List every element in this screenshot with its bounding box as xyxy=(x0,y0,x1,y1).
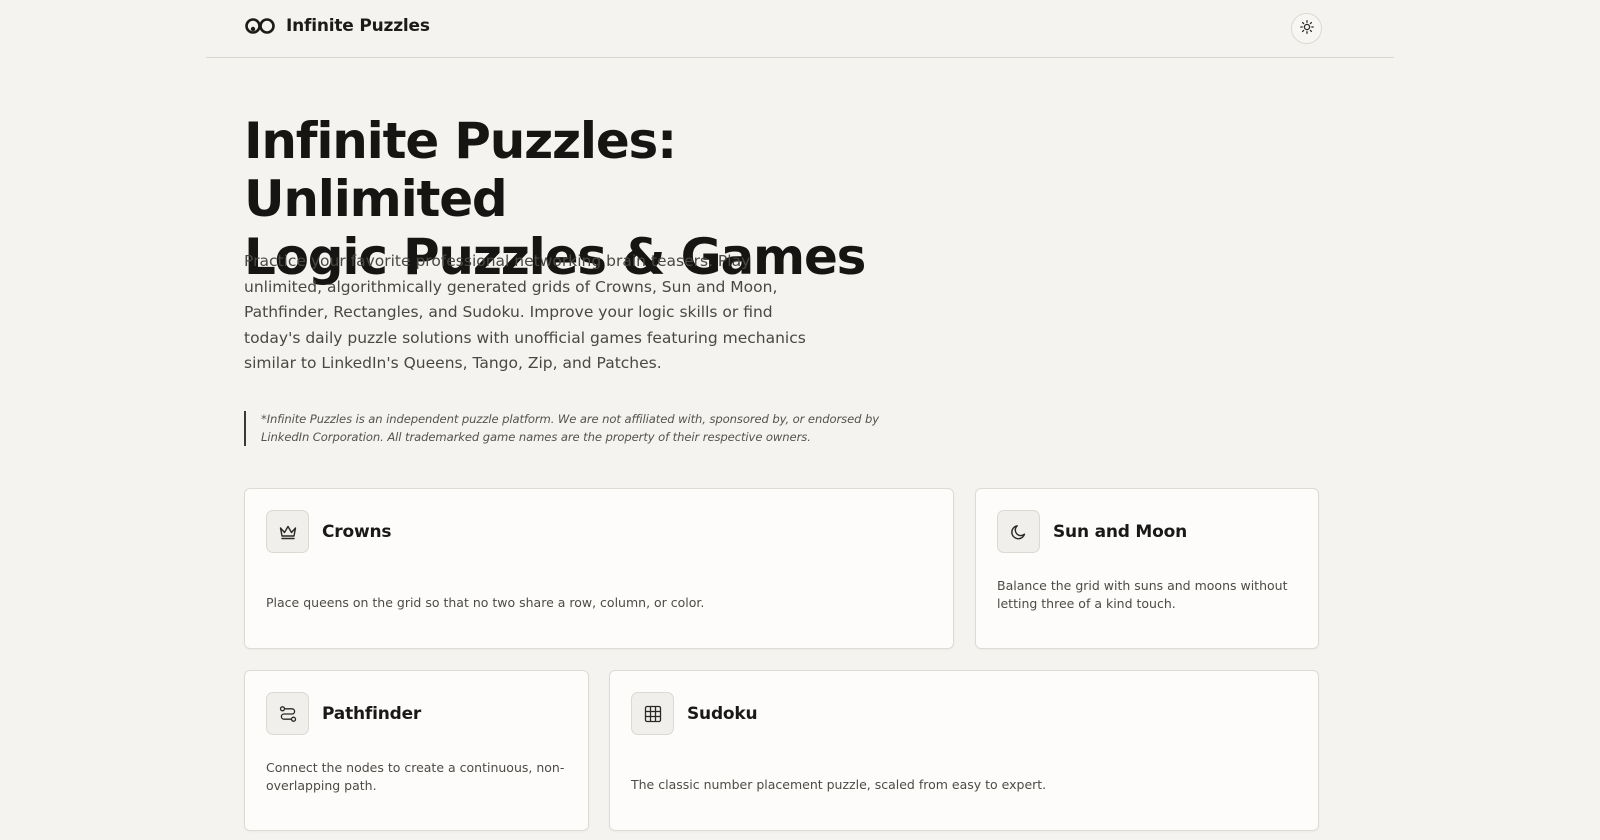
card-title: Sun and Moon xyxy=(1053,522,1188,542)
route-icon xyxy=(266,692,309,735)
page: Infinite Puzzles Infinite Puzzles: Unlim… xyxy=(0,0,1600,840)
card-title: Pathfinder xyxy=(322,704,422,724)
card-description: Connect the nodes to create a continuous… xyxy=(266,760,565,793)
sun-icon xyxy=(1299,19,1314,38)
card-title: Sudoku xyxy=(687,704,758,724)
game-card-sun-and-moon[interactable]: Sun and Moon Balance the grid with suns … xyxy=(975,488,1319,649)
hero-description: Practice your favorite professional netw… xyxy=(244,252,806,373)
game-card-pathfinder[interactable]: Pathfinder Connect the nodes to create a… xyxy=(244,670,589,831)
game-card-sudoku[interactable]: Sudoku The classic number placement puzz… xyxy=(609,670,1319,831)
theme-toggle-button[interactable] xyxy=(1291,13,1322,44)
card-description: The classic number placement puzzle, sca… xyxy=(631,777,1047,792)
page-title-line-1: Infinite Puzzles: Unlimited xyxy=(244,112,677,228)
card-description: Balance the grid with suns and moons wit… xyxy=(997,578,1288,611)
infinity-knot-icon xyxy=(244,16,276,36)
top-nav-bar: Infinite Puzzles xyxy=(206,0,1394,58)
moon-icon xyxy=(997,510,1040,553)
disclaimer-note: *Infinite Puzzles is an independent puzz… xyxy=(244,411,904,447)
grid-icon xyxy=(631,692,674,735)
game-card-crowns[interactable]: Crowns Place queens on the grid so that … xyxy=(244,488,954,649)
card-title: Crowns xyxy=(322,522,392,542)
card-description: Place queens on the grid so that no two … xyxy=(266,595,705,610)
crown-icon xyxy=(266,510,309,553)
brand-name: Infinite Puzzles xyxy=(286,16,430,36)
brand-link[interactable]: Infinite Puzzles xyxy=(244,16,430,36)
